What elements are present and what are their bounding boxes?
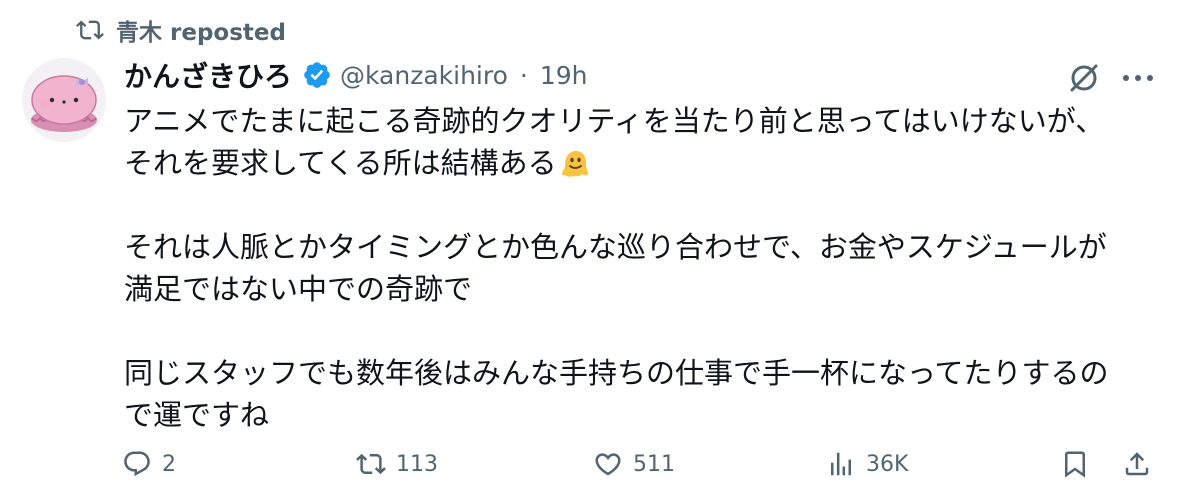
repost-icon	[356, 453, 386, 475]
grok-icon	[1070, 64, 1098, 92]
reply-icon	[124, 451, 150, 477]
bookmark-button[interactable]	[1060, 440, 1090, 488]
views-button[interactable]: 36K	[826, 440, 908, 488]
views-count: 36K	[866, 451, 909, 477]
like-count: 511	[633, 451, 675, 477]
tweet-line: それを要求してくる所は結構ある	[124, 142, 1164, 184]
share-icon	[1125, 452, 1149, 476]
separator-dot: ·	[519, 60, 528, 90]
reply-button[interactable]: 2	[122, 440, 176, 488]
tweet-time[interactable]: 19h	[540, 61, 588, 90]
tweet-line: それは人脈とかタイミングとか色んな巡り合わせで、お金やスケジュールが	[124, 230, 1107, 264]
avatar-image	[22, 58, 106, 142]
more-horizontal-icon	[1123, 75, 1153, 81]
grok-button[interactable]	[1064, 58, 1104, 98]
tweet-line: アニメでたまに起こる奇跡的クオリティを当たり前と思ってはいけないが、	[124, 104, 1105, 138]
more-options-button[interactable]	[1118, 58, 1158, 98]
repost-button[interactable]: 113	[356, 440, 438, 488]
tweet-line: 満足ではない中での奇跡で	[124, 272, 473, 306]
bar-chart-icon	[831, 452, 851, 476]
verified-badge-icon[interactable]	[302, 60, 332, 90]
like-button[interactable]: 511	[593, 440, 675, 488]
repost-icon	[76, 20, 104, 40]
repost-text: 青木 reposted	[116, 20, 286, 46]
bookmark-icon	[1065, 451, 1085, 478]
avatar[interactable]	[22, 58, 106, 142]
reply-count: 2	[162, 451, 176, 477]
melting-face-emoji	[561, 151, 588, 177]
repost-count: 113	[396, 451, 438, 477]
repost-indicator[interactable]: 青木 reposted	[76, 14, 286, 46]
tweet-line: で運ですね	[124, 398, 270, 432]
heart-icon	[595, 453, 621, 476]
tweet-actions: 2 113 511 36K	[0, 440, 1184, 488]
author-display-name[interactable]: かんざきひろ	[124, 55, 292, 95]
share-button[interactable]	[1122, 440, 1152, 488]
tweet-line: 同じスタッフでも数年後はみんな手持ちの仕事で手一杯になってたりするの	[124, 356, 1109, 390]
tweet-text: アニメでたまに起こる奇跡的クオリティを当たり前と思ってはいけないが、 それを要求…	[124, 100, 1164, 436]
tweet-line-text: それを要求してくる所は結構ある	[124, 146, 557, 180]
tweet-header: かんざきひろ @kanzakihiro · 19h	[124, 54, 588, 96]
author-handle[interactable]: @kanzakihiro	[340, 61, 508, 90]
